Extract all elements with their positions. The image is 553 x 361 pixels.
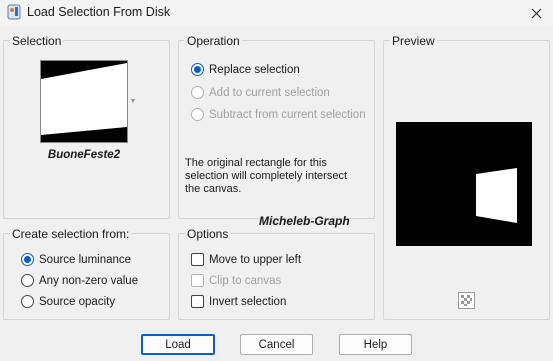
selection-group-label: Selection xyxy=(10,34,64,48)
source-opacity-label: Source opacity xyxy=(39,295,116,308)
clip-to-canvas-label: Clip to canvas xyxy=(209,274,282,287)
radio-indicator xyxy=(21,295,34,308)
window-title: Load Selection From Disk xyxy=(27,5,171,19)
load-button[interactable]: Load xyxy=(141,334,215,355)
preview-group-label: Preview xyxy=(390,34,437,48)
any-non-zero-radio[interactable]: Any non-zero value xyxy=(21,274,138,287)
checkbox-box xyxy=(191,274,204,287)
subtract-selection-radio[interactable]: Subtract from current selection xyxy=(191,108,366,121)
move-upper-left-checkbox[interactable]: Move to upper left xyxy=(191,253,301,266)
clip-to-canvas-checkbox[interactable]: Clip to canvas xyxy=(191,274,281,287)
move-upper-left-label: Move to upper left xyxy=(209,253,302,266)
radio-indicator xyxy=(21,274,34,287)
subtract-selection-label: Subtract from current selection xyxy=(209,108,366,121)
preview-image xyxy=(396,122,532,246)
radio-indicator xyxy=(191,108,204,121)
operation-group-label: Operation xyxy=(185,34,242,48)
preview-shape xyxy=(476,168,517,223)
invert-selection-checkbox[interactable]: Invert selection xyxy=(191,295,286,308)
selection-thumbnail-image xyxy=(41,63,127,135)
replace-selection-radio[interactable]: Replace selection xyxy=(191,63,300,76)
title-bar: Load Selection From Disk xyxy=(0,0,553,26)
add-selection-label: Add to current selection xyxy=(209,86,330,99)
close-icon xyxy=(531,8,541,18)
selection-name: BuoneFeste2 xyxy=(47,149,121,161)
cancel-button[interactable]: Cancel xyxy=(240,334,313,355)
radio-indicator xyxy=(191,86,204,99)
help-button[interactable]: Help xyxy=(339,334,412,355)
any-non-zero-label: Any non-zero value xyxy=(39,274,139,287)
checkbox-box xyxy=(191,295,204,308)
source-luminance-label: Source luminance xyxy=(39,253,132,266)
source-luminance-radio[interactable]: Source luminance xyxy=(21,253,131,266)
checkbox-box xyxy=(191,253,204,266)
create-from-group-label: Create selection from: xyxy=(10,227,132,241)
replace-selection-label: Replace selection xyxy=(209,63,300,76)
add-selection-radio[interactable]: Add to current selection xyxy=(191,86,330,99)
zoom-icon[interactable] xyxy=(458,292,475,309)
checker-pattern xyxy=(459,293,474,308)
dropdown-arrow-icon[interactable]: ▾ xyxy=(131,96,135,105)
source-opacity-radio[interactable]: Source opacity xyxy=(21,295,115,308)
operation-description: The original rectangle for this selectio… xyxy=(185,157,348,195)
close-button[interactable] xyxy=(519,0,553,26)
invert-selection-label: Invert selection xyxy=(209,295,287,308)
radio-indicator xyxy=(21,253,34,266)
options-group-label: Options xyxy=(185,227,231,241)
selection-thumbnail[interactable] xyxy=(40,60,128,143)
app-icon xyxy=(7,4,21,20)
watermark: Micheleb-Graph xyxy=(259,214,350,228)
radio-indicator xyxy=(191,63,204,76)
